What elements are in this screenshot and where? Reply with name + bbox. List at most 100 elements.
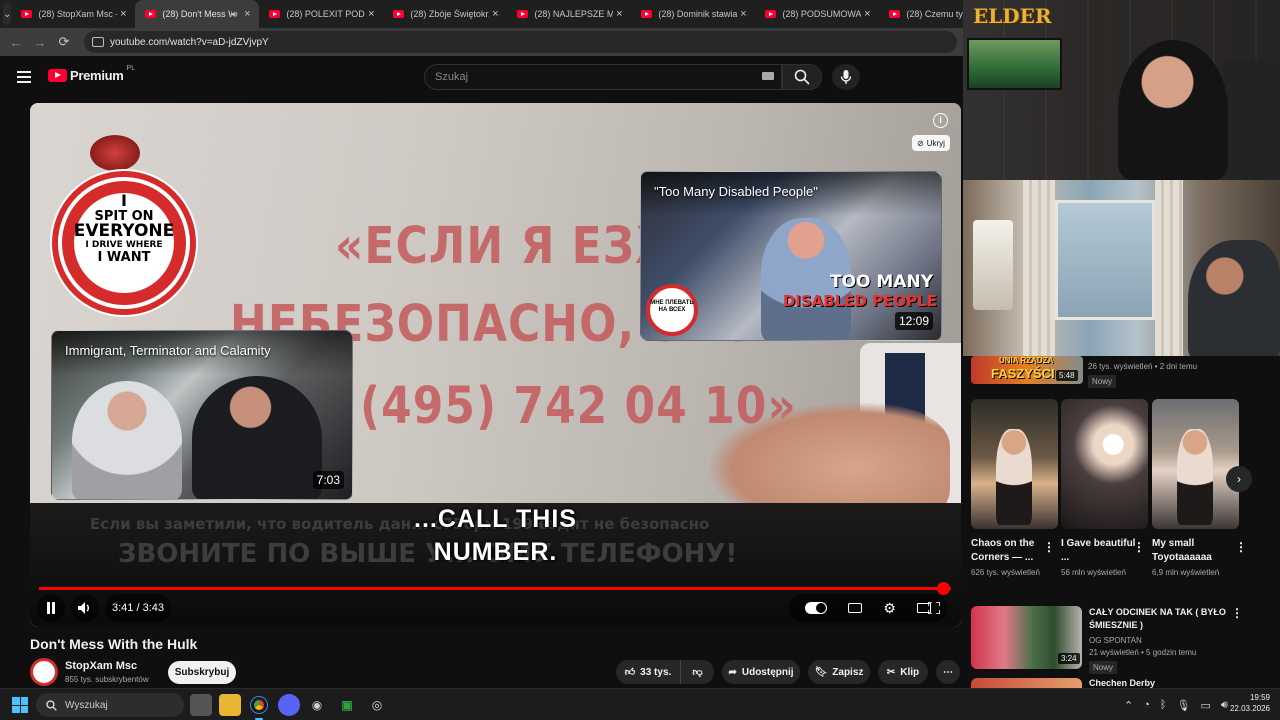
youtube-logo[interactable]: Premium PL — [48, 65, 136, 83]
tab-close-icon[interactable]: × — [861, 8, 873, 20]
sidebar-video-duration: 3:24 — [1058, 653, 1080, 664]
browser-tab[interactable]: (28) Don't Mess W 🔊︎ × — [135, 0, 260, 28]
browser-tab[interactable]: (28) Dominik stawia s × — [631, 0, 755, 28]
tabs-container: (28) StopXam Msc - Y×(28) Don't Mess W🔊︎… — [11, 0, 1003, 28]
taskbar-search[interactable]: Wyszukaj — [36, 693, 184, 717]
tab-audio-icon[interactable]: 🔊︎ — [232, 9, 238, 20]
url-text: youtube.com/watch?v=aD-jdZVjvpY — [110, 36, 269, 48]
youtube-favicon-icon — [269, 10, 281, 18]
tab-close-icon[interactable]: × — [737, 8, 749, 20]
keyboard-icon[interactable] — [762, 72, 774, 80]
progress-bar[interactable] — [39, 582, 951, 595]
short-more-icon[interactable]: ⋮ — [1133, 540, 1145, 554]
sidebar-video-title[interactable]: CAŁY ODCINEK NA TAK ( BYŁO ŚMIESZNIE ) — [1089, 606, 1229, 632]
shorts-next-chevron-icon[interactable]: › — [1226, 466, 1252, 492]
webcam-curtain-right — [1155, 180, 1183, 356]
tab-search-chevron-icon[interactable]: ⌄ — [3, 3, 12, 25]
endscreen-card-video[interactable]: Immigrant, Terminator and Calamity 7:03 — [51, 330, 353, 500]
search-input[interactable]: Szukaj — [424, 64, 782, 90]
sidebar-video-channel[interactable]: OG SPONTAN — [1089, 636, 1142, 645]
system-clock[interactable]: 19:59 22.03.2026 — [1226, 693, 1270, 715]
tab-close-icon[interactable]: × — [241, 8, 253, 20]
endscreen-card-video[interactable]: "Too Many Disabled People" МНЕ ПЛЕВАТЬ Н… — [640, 171, 942, 341]
more-actions-icon[interactable]: ⋯ — [936, 660, 960, 684]
browser-tab[interactable]: (28) POLEXIT PODZIE× — [259, 0, 383, 28]
search-button[interactable] — [782, 64, 822, 90]
taskbar-search-label: Wyszukaj — [65, 699, 108, 711]
fullscreen-icon[interactable] — [920, 594, 948, 622]
clip-button[interactable]: ✂ Klip — [878, 660, 928, 684]
chrome-icon[interactable] — [248, 694, 270, 720]
youtube-favicon-icon — [145, 10, 157, 18]
tab-close-icon[interactable]: × — [117, 8, 129, 20]
browser-tab[interactable]: (28) StopXam Msc - Y× — [11, 0, 135, 28]
short-figure — [996, 429, 1032, 525]
short-thumbnail[interactable] — [1152, 399, 1239, 529]
hide-endscreen-button[interactable]: ⊘ Ukryj — [912, 135, 950, 151]
speaker-icon — [78, 602, 89, 614]
discord-icon[interactable] — [278, 694, 300, 716]
video-sign-text-3: (495) 742 04 10» — [360, 377, 797, 436]
short-title[interactable]: My small Toyotaaaaaa — [1152, 537, 1228, 564]
mic-tray-icon[interactable]: 🎙︎ — [1176, 699, 1190, 712]
voice-search-button[interactable] — [832, 64, 860, 90]
url-bar[interactable]: youtube.com/watch?v=aD-jdZVjvpY — [84, 31, 957, 53]
new-badge: Nowy — [1088, 375, 1117, 388]
tray-app-icon[interactable]: ◔ — [1143, 699, 1150, 711]
subscribe-button[interactable]: Subskrybuj — [168, 661, 236, 684]
region-code: PL — [126, 65, 136, 72]
tab-close-icon[interactable]: × — [613, 8, 625, 20]
settings-gear-icon[interactable]: ⚙ — [883, 600, 896, 617]
subtitles-icon[interactable] — [848, 603, 863, 613]
short-title[interactable]: I Gave beautiful ... — [1061, 537, 1137, 564]
progress-scrubber-handle[interactable] — [936, 582, 950, 595]
autoplay-toggle[interactable] — [804, 602, 827, 614]
pause-button[interactable] — [37, 594, 65, 622]
video-player[interactable]: «ЕСЛИ Я ЕЗЖУ НЕБЕЗОПАСНО, ЗВОНИТЕ (495) … — [30, 103, 961, 627]
steam-icon[interactable]: ◉ — [306, 694, 328, 716]
tab-title: (28) NAJLEPSZE MOM — [534, 9, 614, 19]
share-button[interactable]: ➦ Udostępnij — [722, 660, 800, 684]
bluetooth-icon[interactable]: ᛒ — [1160, 699, 1167, 711]
menu-hamburger-icon[interactable] — [17, 71, 31, 83]
short-more-icon[interactable]: ⋮ — [1043, 540, 1055, 554]
sidebar-video-thumbnail[interactable] — [971, 678, 1082, 688]
sidebar-video-title[interactable]: Chechen Derby — [1089, 678, 1155, 688]
like-button[interactable]: 👍︎ 33 tys. — [616, 660, 680, 684]
browser-tab[interactable]: (28) Zbóje Świętokrzy × — [383, 0, 507, 28]
back-arrow-icon[interactable]: ← — [4, 35, 28, 50]
card-thumb-text-1: TOO MANY — [829, 272, 933, 292]
youtube-favicon-icon — [517, 10, 529, 18]
network-icon[interactable]: ▭ — [1200, 699, 1210, 712]
eye-off-icon: ⊘ — [917, 138, 924, 148]
short-more-icon[interactable]: ⋮ — [1235, 540, 1247, 554]
tray-chevron-icon[interactable]: ⌃ — [1124, 699, 1133, 712]
sidebar-more-icon[interactable]: ⋮ — [1231, 606, 1243, 620]
windows-start-icon[interactable] — [12, 697, 28, 713]
volume-button[interactable] — [71, 594, 99, 622]
tab-title: (28) PODSUMOWANI — [782, 9, 862, 19]
channel-avatar[interactable] — [30, 658, 58, 686]
short-thumbnail[interactable] — [1061, 399, 1148, 529]
file-explorer-icon[interactable] — [219, 694, 241, 716]
spreadsheet-app-icon[interactable]: ▣ — [336, 694, 358, 716]
clip-label: Klip — [900, 666, 920, 678]
obs-icon[interactable]: ◎ — [366, 694, 388, 716]
save-button[interactable]: 🔖︎ Zapisz — [808, 660, 870, 684]
hide-label: Ukryj — [926, 138, 945, 148]
task-view-icon[interactable] — [190, 694, 212, 716]
dislike-button[interactable]: 👎︎ — [680, 660, 714, 684]
browser-tab[interactable]: (28) NAJLEPSZE MOM× — [507, 0, 631, 28]
tab-close-icon[interactable]: × — [489, 8, 501, 20]
info-icon[interactable]: i — [933, 113, 948, 128]
browser-tab[interactable]: (28) PODSUMOWANI× — [755, 0, 879, 28]
system-tray: ⌃ ◔ ᛒ 🎙︎ ▭ 🔊︎ — [1124, 693, 1228, 717]
reload-icon[interactable]: ⟳ — [52, 34, 76, 50]
card-thumbnail-person — [192, 376, 322, 499]
short-thumbnail[interactable] — [971, 399, 1058, 529]
channel-name[interactable]: StopXam Msc — [65, 660, 137, 672]
tab-close-icon[interactable]: × — [365, 8, 377, 20]
short-title[interactable]: Chaos on the Corners — ... — [971, 537, 1047, 564]
forward-arrow-icon[interactable]: → — [28, 35, 52, 50]
site-info-icon[interactable] — [92, 37, 104, 47]
